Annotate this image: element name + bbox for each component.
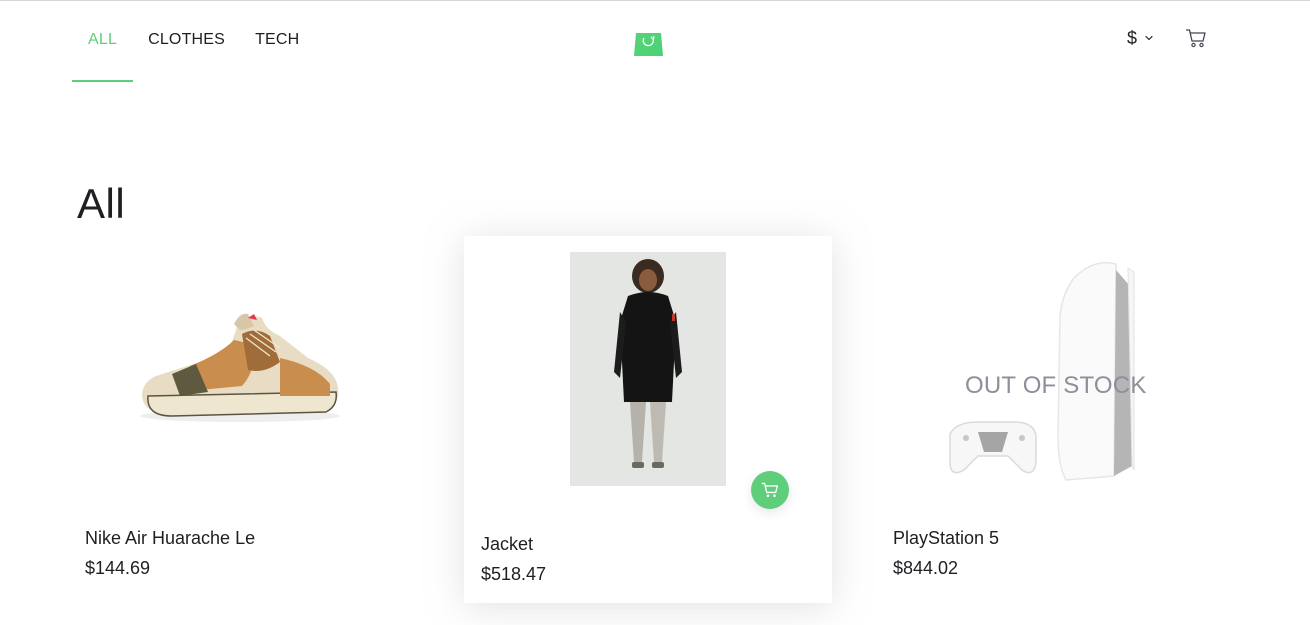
shopping-bag-logo-icon[interactable] [633,26,664,57]
nav-item-tech[interactable]: TECH [240,1,314,82]
jacket-model-image [570,252,726,486]
header-actions: $ [1127,27,1207,49]
category-title: All [77,180,126,227]
add-to-cart-button[interactable] [751,471,789,509]
product-name: PlayStation 5 [893,528,1000,548]
cart-icon [761,482,779,498]
cart-icon[interactable] [1185,27,1207,49]
nav-item-clothes[interactable]: CLOTHES [133,1,240,82]
currency-switcher[interactable]: $ [1127,28,1153,49]
currency-symbol: $ [1126,27,1137,48]
product-card-nike-air-huarache[interactable]: Nike Air Huarache Le $144.69 [70,236,438,603]
product-name: Nike Air Huarache Le [85,528,256,548]
product-price: $144.69 [85,558,151,578]
console-image [938,256,1178,486]
chevron-down-icon [1145,35,1153,41]
product-card-playstation-5[interactable]: OUT OF STOCK PlayStation 5 $844.02 [878,236,1246,603]
out-of-stock-label: OUT OF STOCK [965,372,1147,399]
product-price: $518.47 [481,564,547,584]
product-card-jacket[interactable]: Jacket $518.47 [464,236,832,603]
product-price: $844.02 [893,558,959,578]
category-nav: ALL CLOTHES TECH [72,1,314,82]
sneaker-image [130,296,350,436]
header: ALL CLOTHES TECH $ [0,1,1310,82]
product-name: Jacket [481,534,534,554]
nav-item-all[interactable]: ALL [72,1,134,82]
